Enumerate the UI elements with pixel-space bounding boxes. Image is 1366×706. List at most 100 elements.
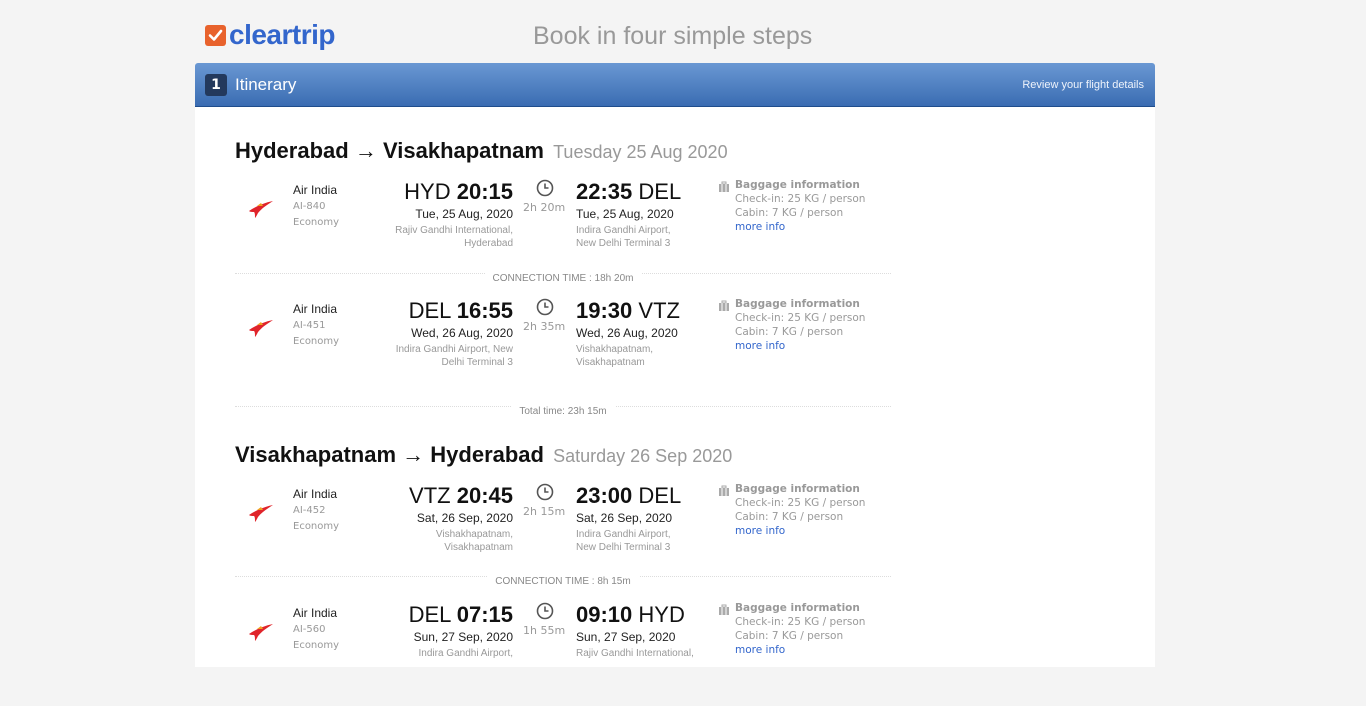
departure-city: Visakhapatnam <box>444 542 513 553</box>
cabin-class: Economy <box>293 336 340 347</box>
cabin-class: Economy <box>293 521 340 532</box>
flight-duration: 2h 35m <box>523 320 566 333</box>
route-heading: Visakhapatnam → Hyderabad Saturday 26 Se… <box>235 442 732 468</box>
departure-date: Sun, 27 Sep, 2020 <box>413 630 513 644</box>
more-info-link[interactable]: more info <box>735 525 785 537</box>
route-arrow: → <box>354 138 377 163</box>
airline-name: Air India <box>293 606 338 620</box>
baggage-icon <box>719 604 729 615</box>
baggage-title: Baggage information <box>735 298 860 310</box>
cleartrip-logo[interactable]: cleartrip <box>205 19 336 50</box>
flight-number: AI-452 <box>293 505 326 516</box>
departure-code: VTZ <box>409 483 451 508</box>
flight-duration: 1h 55m <box>523 624 566 637</box>
arrival-date: Sun, 27 Sep, 2020 <box>576 630 676 644</box>
baggage-checkin: Check-in: 25 KG / person <box>735 616 866 628</box>
brand-name: cleartrip <box>229 19 336 50</box>
arrival-airport: Indira Gandhi Airport, <box>576 225 671 236</box>
cabin-class: Economy <box>293 217 340 228</box>
departure-date: Wed, 26 Aug, 2020 <box>411 326 513 340</box>
airline-name: Air India <box>293 487 338 501</box>
clock-icon <box>536 483 554 501</box>
departure-code: DEL <box>408 602 451 627</box>
step-label: Itinerary <box>235 75 297 94</box>
baggage-title: Baggage information <box>735 483 860 495</box>
baggage-icon <box>719 485 729 496</box>
arrival-code: VTZ <box>638 298 680 323</box>
arrival-terminal: New Delhi Terminal 3 <box>576 542 671 553</box>
more-info-link[interactable]: more info <box>735 340 785 352</box>
route-to: Visakhapatnam <box>382 138 544 163</box>
arrival-airport: Vishakhapatnam, <box>576 344 654 355</box>
step-header: 1 Itinerary Review your flight details <box>195 63 1155 107</box>
arrival-code: DEL <box>638 179 682 204</box>
departure-time: 20:45 <box>456 483 513 508</box>
route-to: Hyderabad <box>430 442 544 467</box>
baggage-cabin: Cabin: 7 KG / person <box>735 207 844 219</box>
baggage-cabin: Cabin: 7 KG / person <box>735 630 844 642</box>
route-from: Visakhapatnam <box>235 442 397 467</box>
more-info-link[interactable]: more info <box>735 221 785 233</box>
connection-divider: CONNECTION TIME : 18h 20m <box>235 273 891 284</box>
arrival-block: 19:30 VTZ Wed, 26 Aug, 2020 Vishakhapatn… <box>576 297 680 369</box>
departure-code: DEL <box>408 298 451 323</box>
arrival-date: Wed, 26 Aug, 2020 <box>576 326 678 340</box>
total-divider: Total time: 23h 15m <box>235 406 891 417</box>
total-time: Total time: 23h 15m <box>511 406 615 417</box>
page-title: Book in four simple steps <box>533 22 813 50</box>
route-heading: Hyderabad → Visakhapatnam Tuesday 25 Aug… <box>235 138 728 164</box>
baggage-title: Baggage information <box>735 602 860 614</box>
more-info-link[interactable]: more info <box>735 644 785 656</box>
flight-duration: 2h 20m <box>523 201 566 214</box>
itinerary-card: Hyderabad → Visakhapatnam Tuesday 25 Aug… <box>195 107 1155 667</box>
baggage-checkin: Check-in: 25 KG / person <box>735 312 866 324</box>
departure-code: HYD <box>404 179 451 204</box>
cabin-class: Economy <box>293 640 340 651</box>
departure-block: HYD 20:15 Tue, 25 Aug, 2020 Rajiv Gandhi… <box>395 178 513 250</box>
clock-icon <box>536 298 554 316</box>
connection-divider: CONNECTION TIME : 8h 15m <box>235 576 891 587</box>
arrival-block: 09:10 HYD Sun, 27 Sep, 2020 Rajiv Gandhi… <box>576 601 694 660</box>
checkmark-icon <box>205 24 226 46</box>
departure-airport: Vishakhapatnam, <box>435 529 513 540</box>
air-india-logo-icon <box>249 320 273 337</box>
connection-time: CONNECTION TIME : 8h 15m <box>487 576 639 587</box>
arrival-time: 19:30 <box>576 298 633 323</box>
arrival-city: Visakhapatnam <box>576 357 645 368</box>
route-from: Hyderabad <box>235 138 349 163</box>
departure-airport: Indira Gandhi Airport, New <box>395 344 513 355</box>
departure-date: Tue, 25 Aug, 2020 <box>415 207 513 221</box>
baggage-title: Baggage information <box>735 179 860 191</box>
baggage-icon <box>719 181 729 192</box>
arrival-time: 22:35 <box>576 179 633 204</box>
flight-duration: 2h 15m <box>523 505 566 518</box>
route-date: Tuesday 25 Aug 2020 <box>553 142 728 162</box>
baggage-checkin: Check-in: 25 KG / person <box>735 193 866 205</box>
departure-airport: Rajiv Gandhi International, <box>395 225 513 236</box>
air-india-logo-icon <box>249 624 273 641</box>
arrival-code: DEL <box>638 483 682 508</box>
arrival-date: Tue, 25 Aug, 2020 <box>576 207 674 221</box>
baggage-checkin: Check-in: 25 KG / person <box>735 497 866 509</box>
flight-number: AI-840 <box>293 201 326 212</box>
arrival-time: 09:10 <box>576 602 633 627</box>
departure-city: Hyderabad <box>464 238 513 249</box>
airline-name: Air India <box>293 302 338 316</box>
departure-time: 16:55 <box>456 298 513 323</box>
baggage-cabin: Cabin: 7 KG / person <box>735 511 844 523</box>
departure-block: DEL 07:15 Sun, 27 Sep, 2020 Indira Gandh… <box>409 601 513 660</box>
arrival-block: 22:35 DEL Tue, 25 Aug, 2020 Indira Gandh… <box>576 178 681 250</box>
route-date: Saturday 26 Sep 2020 <box>553 446 733 466</box>
flight-segment: Air India AI-560 Economy DEL 07:15 Sun, … <box>195 602 1155 706</box>
departure-block: VTZ 20:45 Sat, 26 Sep, 2020 Vishakhapatn… <box>409 482 513 554</box>
baggage-icon <box>719 300 729 311</box>
arrival-terminal: New Delhi Terminal 3 <box>576 238 671 249</box>
clock-icon <box>536 602 554 620</box>
air-india-logo-icon <box>249 201 273 218</box>
flight-number: AI-451 <box>293 320 326 331</box>
air-india-logo-icon <box>249 505 273 522</box>
departure-time: 07:15 <box>456 602 513 627</box>
flight-number: AI-560 <box>293 624 326 635</box>
departure-terminal: Delhi Terminal 3 <box>441 357 513 368</box>
departure-block: DEL 16:55 Wed, 26 Aug, 2020 Indira Gandh… <box>396 297 513 369</box>
